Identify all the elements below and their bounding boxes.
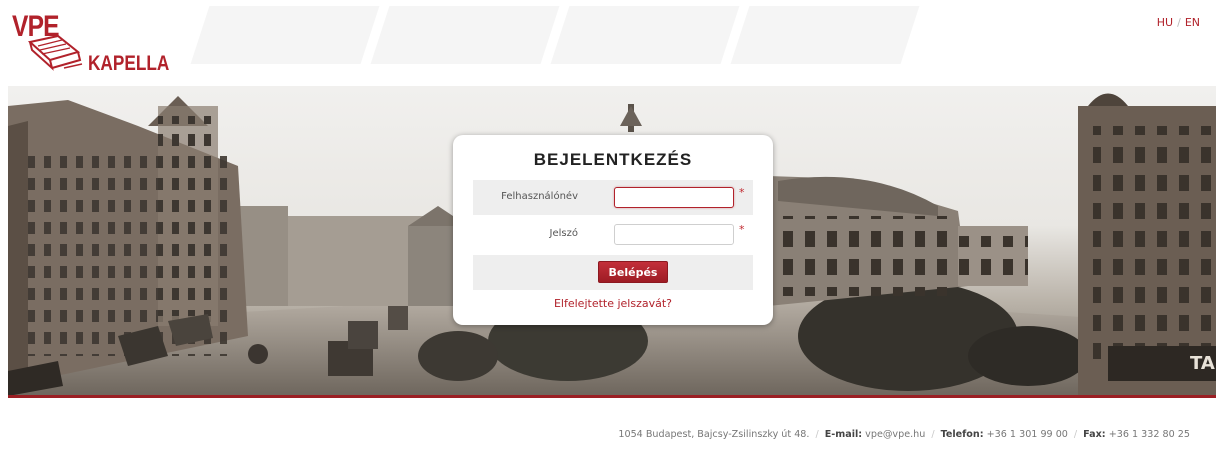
footer-address: 1054 Budapest, Bajcsy-Zsilinszky út 48.: [618, 429, 810, 440]
password-row: Jelszó *: [473, 217, 753, 252]
submit-row: Belépés: [473, 255, 753, 290]
login-box: BEJELENTKEZÉS Felhasználónév * Jelszó * …: [453, 135, 773, 325]
login-button[interactable]: Belépés: [598, 261, 668, 283]
brand-logo-kapella: KAPELLA: [88, 52, 170, 75]
footer-email-label: E-mail:: [824, 429, 863, 440]
language-en-link[interactable]: EN: [1185, 16, 1200, 29]
username-required-mark: *: [739, 186, 745, 199]
username-label: Felhasználónév: [501, 191, 578, 202]
footer-fax-label: Fax:: [1083, 429, 1106, 440]
username-input[interactable]: [614, 187, 734, 208]
footer-separator: /: [931, 429, 935, 440]
language-switcher: HU / EN: [1157, 16, 1200, 29]
password-required-mark: *: [739, 223, 745, 236]
footer-separator: /: [1073, 429, 1078, 440]
book-pen-logo-icon: [28, 34, 83, 71]
footer-phone-value: +36 1 301 99 00: [986, 429, 1068, 440]
login-title: BEJELENTKEZÉS: [533, 150, 693, 169]
language-hu-link[interactable]: HU: [1157, 16, 1173, 29]
banner-bottom-line: [8, 395, 1216, 398]
password-input[interactable]: [614, 224, 734, 245]
footer-email-value[interactable]: vpe@vpe.hu: [865, 429, 925, 440]
password-label: Jelszó: [549, 228, 578, 239]
footer-separator: /: [815, 429, 819, 440]
footer-fax-value: +36 1 332 80 25: [1108, 429, 1190, 440]
username-row: Felhasználónév *: [473, 180, 753, 215]
forgot-password-link[interactable]: Elfelejtette jelszavát?: [453, 297, 773, 310]
footer-phone-label: Telefon:: [940, 429, 984, 440]
brand-logo[interactable]: VPE KAPELLA: [8, 10, 170, 76]
banner-sign-text: TA: [1190, 353, 1215, 374]
language-separator: /: [1177, 16, 1181, 29]
header-decoration: [180, 0, 1000, 78]
footer-contact: 1054 Budapest, Bajcsy-Zsilinszky út 48. /…: [618, 429, 1190, 440]
